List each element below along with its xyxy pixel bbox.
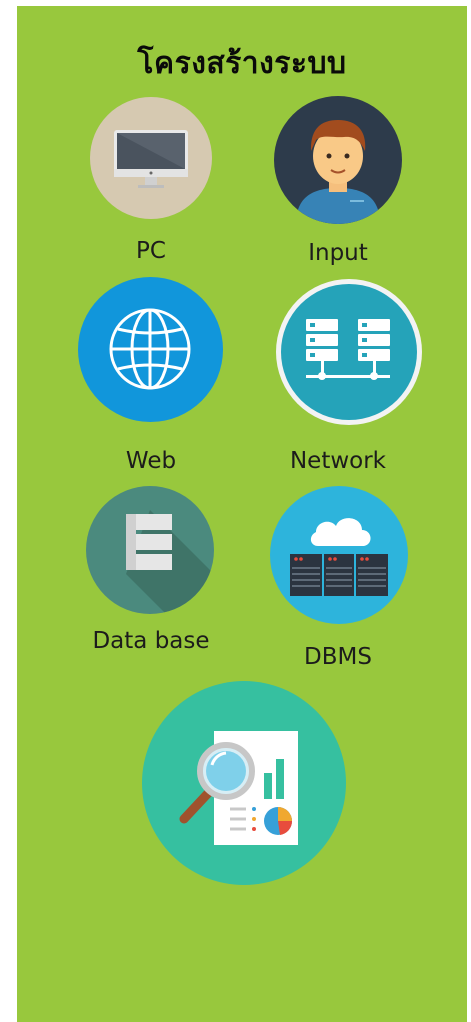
- pc-label: PC: [136, 238, 166, 264]
- input-person-icon: [274, 96, 402, 224]
- dbms-cloud-server-icon: [270, 486, 408, 624]
- input-label: Input: [308, 240, 368, 266]
- web-globe-icon: [78, 277, 223, 422]
- network-label: Network: [289, 448, 387, 474]
- pc-monitor-icon: [90, 97, 212, 219]
- network-server-icon: [276, 279, 422, 425]
- web-label: Web: [125, 448, 177, 474]
- database-icon: [86, 486, 214, 614]
- dbms-label: DBMS: [304, 644, 372, 670]
- analytics-report-icon: [142, 681, 346, 885]
- database-label: Data base: [92, 628, 210, 654]
- page-title: โครงสร้างระบบ: [137, 46, 347, 81]
